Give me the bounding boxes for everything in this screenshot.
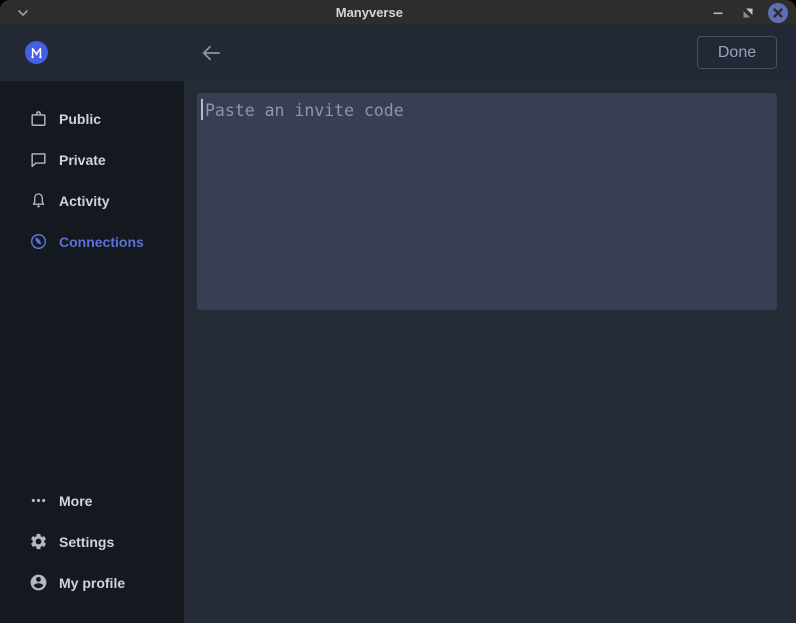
- sidebar-item-more[interactable]: More: [0, 480, 184, 521]
- close-button[interactable]: [768, 3, 788, 23]
- sidebar-item-label: Public: [59, 111, 101, 127]
- sidebar-item-activity[interactable]: Activity: [0, 180, 184, 221]
- titlebar: Manyverse: [0, 0, 796, 25]
- sidebar-item-settings[interactable]: Settings: [0, 521, 184, 562]
- bulletin-board-icon: [29, 109, 48, 128]
- gear-icon: [29, 532, 48, 551]
- sidebar-item-label: Connections: [59, 234, 144, 250]
- sidebar-item-label: More: [59, 493, 92, 509]
- restore-button[interactable]: [738, 3, 758, 23]
- window-controls: [708, 0, 788, 25]
- manyverse-window: Manyverse: [0, 0, 796, 623]
- person-circle-icon: [29, 573, 48, 592]
- sidebar-item-label: Private: [59, 152, 106, 168]
- sidebar-item-label: Settings: [59, 534, 114, 550]
- manyverse-logo: [25, 41, 48, 64]
- window-menu-button[interactable]: [12, 0, 34, 25]
- back-button[interactable]: [199, 41, 223, 65]
- chevron-down-icon: [16, 8, 30, 18]
- restore-icon: [743, 8, 753, 18]
- back-arrow-icon: [200, 43, 222, 63]
- message-icon: [29, 150, 48, 169]
- sidebar-item-label: Activity: [59, 193, 110, 209]
- app-body: Public Private Activity: [0, 81, 796, 623]
- invite-code-input[interactable]: [197, 93, 777, 310]
- sidebar-item-label: My profile: [59, 575, 125, 591]
- sidebar-item-my-profile[interactable]: My profile: [0, 562, 184, 603]
- app-header: Done: [0, 25, 796, 81]
- minimize-icon: [712, 7, 724, 19]
- sidebar-item-private[interactable]: Private: [0, 139, 184, 180]
- sidebar-item-connections[interactable]: Connections: [0, 221, 184, 262]
- gauge-icon: [29, 232, 48, 251]
- done-button[interactable]: Done: [697, 36, 777, 69]
- ellipsis-icon: [29, 491, 48, 510]
- window-title: Manyverse: [336, 0, 403, 25]
- sidebar: Public Private Activity: [0, 81, 184, 623]
- manyverse-m-icon: [28, 44, 45, 61]
- close-icon: [768, 3, 788, 23]
- bell-icon: [29, 191, 48, 210]
- sidebar-item-public[interactable]: Public: [0, 98, 184, 139]
- connections-invite-panel: [184, 81, 796, 623]
- sidebar-spacer: [0, 262, 184, 480]
- minimize-button[interactable]: [708, 3, 728, 23]
